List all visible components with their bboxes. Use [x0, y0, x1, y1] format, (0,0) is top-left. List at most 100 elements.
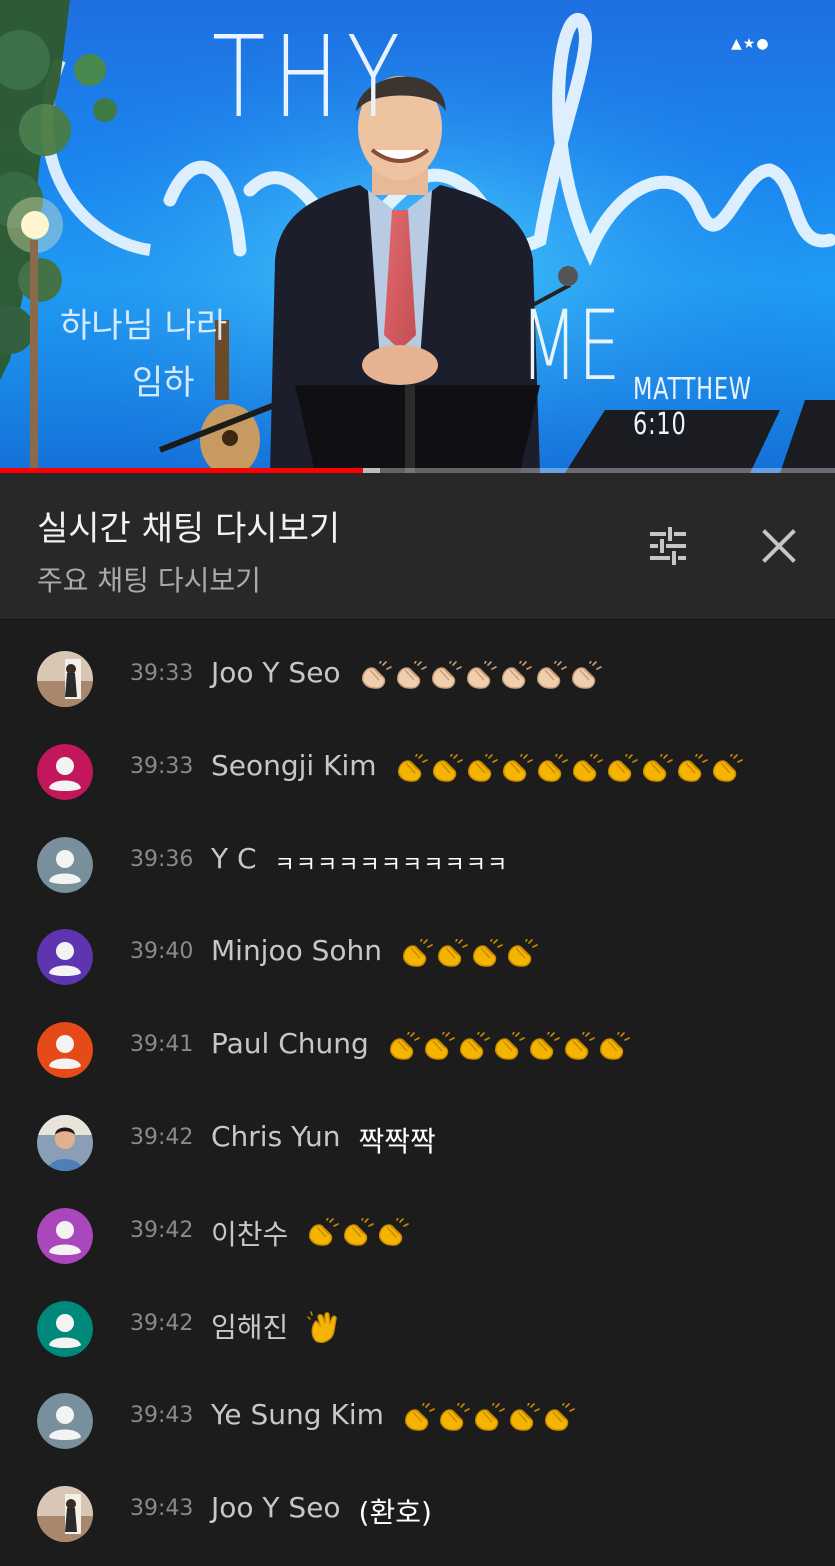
clapping-hands-emoji [465, 752, 499, 788]
message-emojis [395, 752, 744, 788]
message-timestamp: 39:33 [130, 661, 194, 686]
message-emojis [306, 1310, 342, 1351]
message-author[interactable]: Seongji Kim [211, 749, 377, 782]
message-text: 짝짝짝 [358, 1125, 436, 1158]
message-emojis [402, 1402, 576, 1437]
message-timestamp: 39:33 [130, 753, 194, 779]
message-text: ㅋㅋㅋㅋㅋㅋㅋㅋㅋㅋㅋ [274, 852, 509, 878]
clapping-hands-emoji [429, 660, 463, 695]
avatar[interactable] [37, 743, 93, 800]
message-emojis [400, 938, 539, 973]
clapping-hands-emoji [605, 752, 639, 788]
message-author[interactable]: Minjoo Sohn [211, 934, 382, 967]
clapping-hands-emoji [527, 1031, 561, 1066]
message-author[interactable]: Y C [211, 842, 257, 875]
avatar[interactable] [37, 1207, 93, 1264]
message-timestamp: 39:43 [130, 1496, 194, 1522]
video-player[interactable]: THY ME MATTHEW 6:10 하나님 나라 임하 ▲★● [0, 0, 835, 473]
avatar[interactable] [37, 836, 93, 893]
clapping-hands-emoji [640, 752, 674, 788]
clapping-hands-emoji [359, 660, 393, 695]
chat-message[interactable]: 39:43 Ye Sung Kim [0, 1379, 835, 1471]
message-author[interactable]: Joo Y Seo [211, 656, 341, 689]
clapping-hands-emoji [395, 752, 429, 788]
clapping-hands-emoji [470, 938, 504, 973]
clapping-hands-emoji [430, 752, 464, 788]
close-chat-button[interactable] [751, 518, 807, 574]
banner-me-text: ME [520, 290, 621, 402]
clapping-hands-emoji [570, 752, 604, 788]
clapping-hands-emoji [402, 1402, 436, 1437]
clapping-hands-emoji [422, 1031, 456, 1066]
clapping-hands-emoji [437, 1402, 471, 1437]
clapping-hands-emoji [507, 1402, 541, 1437]
clapping-hands-emoji [534, 660, 568, 695]
message-timestamp: 39:36 [130, 846, 194, 872]
banner-verse-text: MATTHEW 6:10 [633, 372, 752, 442]
banner-korean-line1: 하나님 나라 [60, 306, 228, 346]
clapping-hands-emoji [675, 752, 709, 788]
close-icon [762, 529, 796, 563]
message-timestamp: 39:40 [130, 939, 194, 965]
message-emojis [359, 660, 603, 695]
chat-message[interactable]: 39:36 Y C ㅋㅋㅋㅋㅋㅋㅋㅋㅋㅋㅋ [0, 823, 835, 915]
channel-logo: ▲★● [731, 36, 770, 52]
clapping-hands-emoji [597, 1031, 631, 1066]
banner-korean-line2: 임하 [132, 363, 195, 403]
clapping-hands-emoji [535, 752, 569, 788]
avatar[interactable] [37, 929, 93, 986]
chat-message[interactable]: 39:42 임해진 [0, 1287, 835, 1379]
chat-header: 실시간 채팅 다시보기 주요 채팅 다시보기 [0, 473, 835, 620]
clapping-hands-emoji [499, 660, 533, 695]
clapping-hands-emoji [492, 1031, 526, 1066]
chat-message-list[interactable]: 39:33 Joo Y Seo 39:33 Seongji Kim 39:36 … [0, 620, 835, 1566]
chat-message[interactable]: 39:33 Joo Y Seo [0, 637, 835, 729]
clapping-hands-emoji [472, 1402, 506, 1437]
message-timestamp: 39:41 [130, 1032, 194, 1058]
message-timestamp: 39:43 [130, 1403, 194, 1429]
chat-filter-button[interactable] [640, 518, 696, 574]
message-author[interactable]: Ye Sung Kim [211, 1398, 384, 1431]
avatar[interactable] [37, 1486, 93, 1543]
message-emojis [387, 1031, 631, 1066]
message-author[interactable]: Paul Chung [211, 1027, 369, 1060]
clapping-hands-emoji [710, 752, 744, 788]
clapping-hands-emoji [542, 1402, 576, 1437]
chat-message[interactable]: 39:33 Seongji Kim [0, 730, 835, 822]
chat-message[interactable]: 39:41 Paul Chung [0, 1008, 835, 1100]
avatar[interactable] [37, 1300, 93, 1357]
tune-icon [650, 527, 686, 565]
clapping-hands-emoji [569, 660, 603, 695]
clapping-hands-emoji [464, 660, 498, 695]
chat-message[interactable]: 39:42 Chris Yun 짝짝짝 [0, 1101, 835, 1193]
message-emojis [306, 1216, 410, 1252]
clapping-hands-emoji [400, 938, 434, 973]
avatar[interactable] [37, 1022, 93, 1079]
clapping-hands-emoji [341, 1216, 375, 1252]
chat-mode-subtitle[interactable]: 주요 채팅 다시보기 [37, 559, 261, 599]
chat-message[interactable]: 39:40 Minjoo Sohn [0, 915, 835, 1007]
avatar[interactable] [37, 1115, 93, 1171]
message-author[interactable]: 임해진 [211, 1306, 288, 1346]
clapping-hands-emoji [435, 938, 469, 973]
clapping-hands-emoji [376, 1216, 410, 1252]
chat-message[interactable]: 39:43 Joo Y Seo (환호) [0, 1472, 835, 1564]
clapping-hands-emoji [394, 660, 428, 695]
chat-replay-title[interactable]: 실시간 채팅 다시보기 [37, 501, 340, 550]
clapping-hands-emoji [306, 1216, 340, 1252]
message-author[interactable]: 이찬수 [211, 1213, 288, 1253]
clapping-hands-emoji [505, 938, 539, 973]
message-text: (환호) [358, 1496, 432, 1530]
clapping-hands-emoji [562, 1031, 596, 1066]
banner-thy-text: THY [212, 13, 408, 143]
message-author[interactable]: Chris Yun [211, 1120, 340, 1153]
clapping-hands-emoji [387, 1031, 421, 1066]
message-author[interactable]: Joo Y Seo [211, 1491, 341, 1524]
clapping-hands-emoji [457, 1031, 491, 1066]
clapping-hands-emoji [500, 752, 534, 788]
chat-message[interactable]: 39:42 이찬수 [0, 1194, 835, 1286]
message-timestamp: 39:42 [130, 1310, 194, 1336]
avatar[interactable] [37, 651, 93, 707]
avatar[interactable] [37, 1393, 93, 1450]
message-timestamp: 39:42 [130, 1217, 194, 1243]
